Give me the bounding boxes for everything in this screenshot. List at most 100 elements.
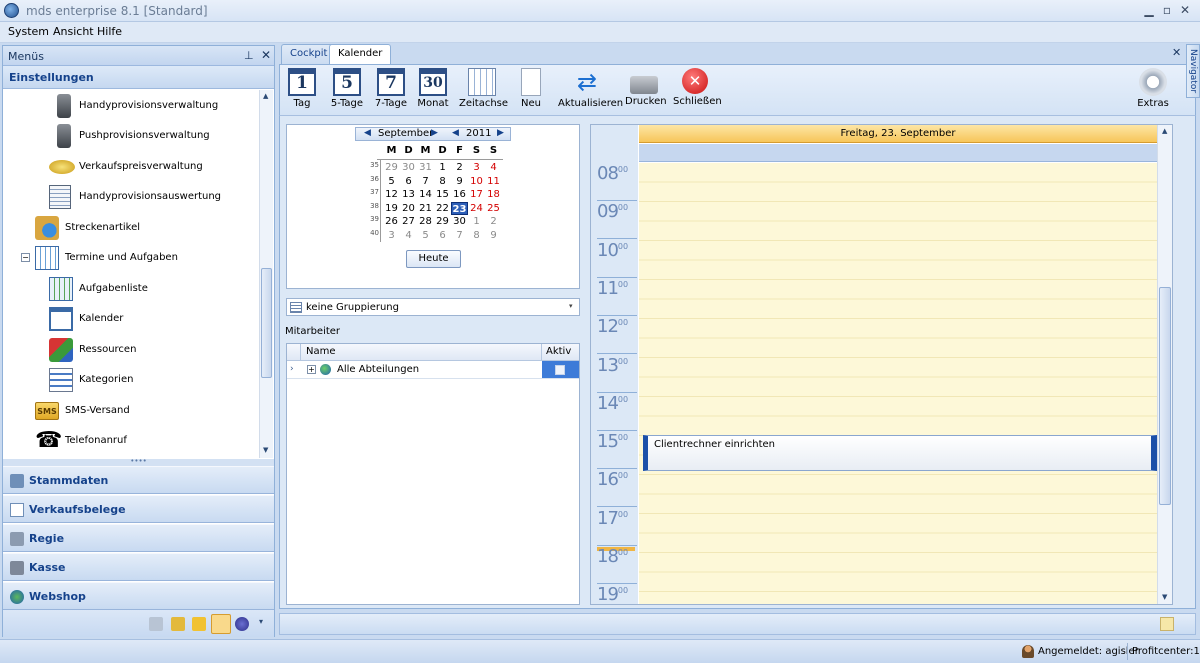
menu-system[interactable]: System: [8, 25, 49, 38]
day-cell[interactable]: 7: [451, 229, 468, 242]
close-panel-icon[interactable]: ✕: [261, 48, 271, 62]
nav-item-handyprovisionsauswertung[interactable]: Handyprovisionsauswertung: [3, 182, 253, 212]
nav-item-pushprovisionsverwaltung[interactable]: Pushprovisionsverwaltung: [3, 121, 253, 151]
nav-item-termine-und-aufgaben[interactable]: − Termine und Aufgaben: [3, 243, 253, 273]
nav-item-streckenartikel[interactable]: Streckenartikel: [3, 213, 253, 243]
nav-item-handyprovisionsverwaltung[interactable]: Handyprovisionsverwaltung: [3, 91, 253, 121]
tab-kalender[interactable]: Kalender: [329, 44, 392, 65]
day-cell[interactable]: 18: [485, 188, 502, 201]
nav-item-kategorien[interactable]: Kategorien: [3, 365, 253, 395]
next-month-icon[interactable]: ▶: [431, 128, 438, 138]
nav-item-telefonanruf[interactable]: ☎ Telefonanruf: [3, 426, 253, 456]
menu-ansicht[interactable]: Ansicht: [53, 25, 94, 38]
appointment[interactable]: Clientrechner einrichten: [643, 435, 1157, 471]
group-verkaufsbelege[interactable]: Verkaufsbelege: [3, 495, 274, 523]
view-month-button[interactable]: 30 Monat: [417, 68, 449, 109]
day-cell[interactable]: 9: [485, 229, 502, 242]
print-button[interactable]: Drucken: [625, 68, 667, 107]
new-button[interactable]: Neu: [516, 68, 546, 109]
day-cell[interactable]: 7: [417, 175, 434, 188]
day-cell[interactable]: 26: [383, 215, 400, 228]
day-cell[interactable]: 5: [383, 175, 400, 188]
nav-item-kalender[interactable]: Kalender: [3, 304, 253, 334]
refresh-button[interactable]: ⇄ Aktualisieren: [558, 68, 623, 109]
grouping-dropdown[interactable]: keine Gruppierung ▾: [286, 298, 580, 316]
day-cell[interactable]: 24: [468, 202, 485, 215]
tools-icon[interactable]: [149, 617, 163, 631]
day-cell[interactable]: 3: [383, 229, 400, 242]
globe-settings-icon[interactable]: [235, 617, 249, 631]
folder-icon[interactable]: [171, 617, 185, 631]
minimize-button[interactable]: ▁: [1142, 3, 1156, 17]
day-cell[interactable]: 4: [400, 229, 417, 242]
day-cell[interactable]: 15: [434, 188, 451, 201]
note-icon[interactable]: [1160, 617, 1174, 631]
today-button[interactable]: Heute: [406, 250, 461, 268]
favorites-icon[interactable]: [192, 617, 206, 631]
day-cell[interactable]: 6: [434, 229, 451, 242]
day-cell[interactable]: 11: [485, 175, 502, 188]
day-cell[interactable]: 14: [417, 188, 434, 201]
footer-more-icon[interactable]: ▾: [259, 617, 263, 626]
prev-month-icon[interactable]: ◀: [364, 128, 371, 138]
group-stammdaten[interactable]: Stammdaten: [3, 466, 274, 494]
day-cell[interactable]: 9: [451, 175, 468, 188]
nav-item-sms-versand[interactable]: SMS SMS-Versand: [3, 396, 253, 426]
day-cell[interactable]: 16: [451, 188, 468, 201]
expand-icon[interactable]: +: [307, 365, 316, 374]
selected-day[interactable]: 23: [451, 201, 468, 215]
day-cell[interactable]: 29: [383, 161, 400, 174]
day-header[interactable]: Freitag, 23. September: [639, 125, 1157, 143]
nav-item-ressourcen[interactable]: Ressourcen: [3, 335, 253, 365]
day-cell[interactable]: 30: [400, 161, 417, 174]
group-kasse[interactable]: Kasse: [3, 553, 274, 581]
day-cell[interactable]: 5: [417, 229, 434, 242]
day-cell[interactable]: 6: [400, 175, 417, 188]
close-tab-icon[interactable]: ✕: [1172, 46, 1181, 59]
day-cell[interactable]: 4: [485, 161, 502, 174]
view-7day-button[interactable]: 7 7-Tage: [373, 68, 409, 109]
day-cell[interactable]: 30: [451, 215, 468, 228]
active-checkbox[interactable]: [555, 365, 565, 375]
day-cell[interactable]: 21: [417, 202, 434, 215]
menu-scrollbar[interactable]: ▲ ▼: [259, 90, 273, 458]
day-cell[interactable]: 28: [417, 215, 434, 228]
settings-gear-icon[interactable]: [211, 614, 231, 634]
extras-button[interactable]: Extras: [1136, 68, 1170, 109]
day-cell[interactable]: 3: [468, 161, 485, 174]
collapse-toggle-icon[interactable]: −: [21, 253, 30, 262]
column-active-header[interactable]: Aktiv: [546, 346, 571, 357]
scroll-up-icon[interactable]: ▲: [1162, 127, 1167, 135]
scrollbar-thumb[interactable]: [261, 268, 272, 378]
day-cell[interactable]: 20: [400, 202, 417, 215]
day-cell[interactable]: 1: [434, 161, 451, 174]
next-year-icon[interactable]: ▶: [497, 128, 504, 138]
close-window-button[interactable]: ✕: [1178, 3, 1192, 17]
chevron-down-icon[interactable]: ▾: [569, 302, 573, 310]
day-scrollbar[interactable]: ▲ ▼: [1157, 125, 1172, 604]
nav-item-aufgabenliste[interactable]: Aufgabenliste: [3, 274, 253, 304]
day-cell[interactable]: 17: [468, 188, 485, 201]
table-row[interactable]: › + Alle Abteilungen: [287, 361, 579, 379]
view-5day-button[interactable]: 5 5-Tage: [327, 68, 367, 109]
day-cell[interactable]: 10: [468, 175, 485, 188]
day-cell[interactable]: 29: [434, 215, 451, 228]
pin-icon[interactable]: ⊥: [244, 49, 254, 62]
section-einstellungen[interactable]: Einstellungen: [3, 66, 274, 89]
day-cell[interactable]: 12: [383, 188, 400, 201]
day-cell[interactable]: 2: [485, 215, 502, 228]
group-webshop[interactable]: Webshop: [3, 582, 274, 610]
day-time-slots[interactable]: [639, 163, 1157, 604]
day-cell[interactable]: 8: [468, 229, 485, 242]
scrollbar-thumb[interactable]: [1159, 287, 1171, 505]
day-cell[interactable]: 8: [434, 175, 451, 188]
scroll-up-icon[interactable]: ▲: [263, 92, 268, 100]
day-cell[interactable]: 13: [400, 188, 417, 201]
day-cell[interactable]: 2: [451, 161, 468, 174]
column-name-header[interactable]: Name: [306, 346, 336, 357]
maximize-button[interactable]: ▫: [1160, 3, 1174, 17]
splitter-handle[interactable]: ••••: [3, 458, 274, 466]
view-day-button[interactable]: 1 Tag: [288, 68, 316, 109]
scroll-down-icon[interactable]: ▼: [263, 446, 268, 454]
prev-year-icon[interactable]: ◀: [452, 128, 459, 138]
